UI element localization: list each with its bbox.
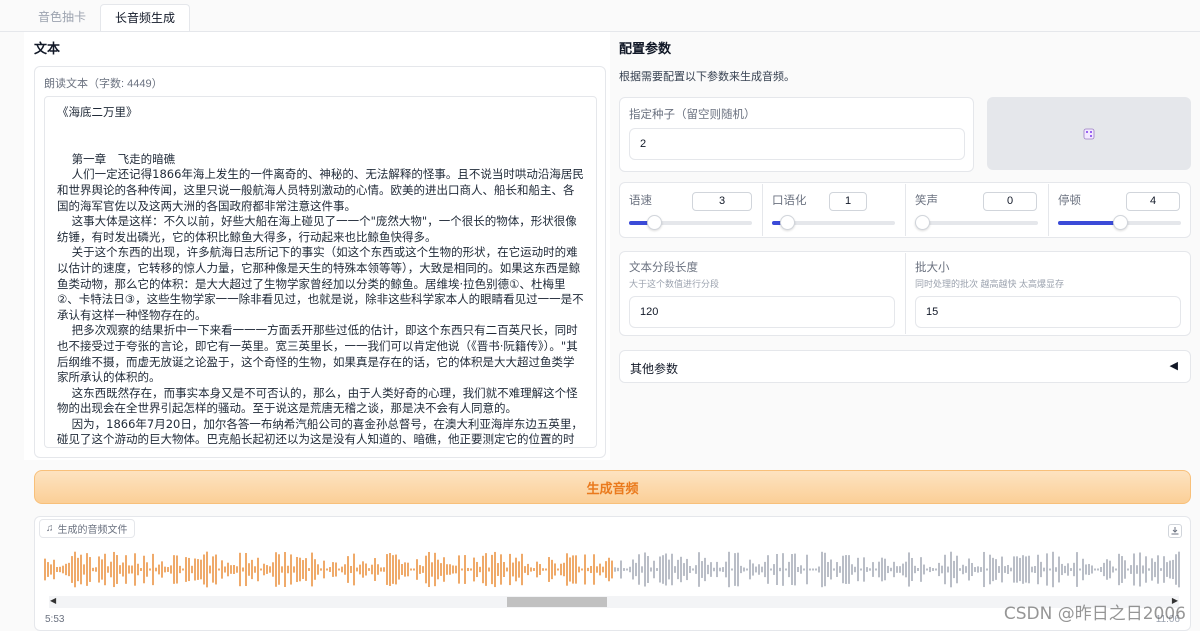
segment-length-input[interactable]: 120 xyxy=(629,296,895,328)
segment-divider xyxy=(905,253,906,334)
config-section-title: 配置参数 xyxy=(619,41,672,56)
other-params-accordion[interactable]: 其他参数 ◀ xyxy=(619,350,1191,383)
slider-track[interactable] xyxy=(772,215,895,230)
scroll-left-arrow-icon[interactable]: ◀ xyxy=(50,596,56,605)
slider-label: 口语化 xyxy=(772,195,807,207)
batch-label: 批大小 xyxy=(915,262,950,274)
waveform[interactable] xyxy=(43,547,1183,592)
slider-divider xyxy=(905,184,906,236)
audio-label: ♫ 生成的音频文件 xyxy=(39,519,135,538)
slider-number-input[interactable]: 3 xyxy=(692,192,752,211)
other-params-label: 其他参数 xyxy=(630,362,679,376)
read-text-content: 《海底二万里》 第一章 飞走的暗礁 人们一定还记得1866年海上发生的一件离奇的… xyxy=(57,105,584,447)
seed-input[interactable]: 2 xyxy=(629,128,965,160)
slider-label: 停顿 xyxy=(1058,195,1081,207)
collapse-arrow-icon: ◀ xyxy=(1169,360,1178,372)
read-text-textarea[interactable]: 《海底二万里》 第一章 飞走的暗礁 人们一定还记得1866年海上发生的一件离奇的… xyxy=(44,96,597,448)
config-description: 根据需要配置以下参数来生成音频。 xyxy=(619,71,795,83)
slider-track[interactable] xyxy=(915,215,1038,230)
slider-label: 笑声 xyxy=(915,195,938,207)
slider-number-input[interactable]: 4 xyxy=(1126,192,1180,211)
slider-track[interactable] xyxy=(629,215,752,230)
slider-knob[interactable] xyxy=(779,215,795,230)
slider-number-input[interactable]: 1 xyxy=(829,192,867,211)
current-time: 5:53 xyxy=(45,614,65,625)
batch-hint: 同时处理的批次 越高越快 太高爆显存 xyxy=(915,279,1065,289)
slider-knob[interactable] xyxy=(915,215,930,230)
slider-number-input[interactable]: 0 xyxy=(983,192,1037,211)
text-section-title: 文本 xyxy=(34,41,61,56)
music-note-icon: ♫ xyxy=(46,523,54,534)
slider-fill xyxy=(1058,221,1120,225)
audio-label-text: 生成的音频文件 xyxy=(57,525,128,536)
scrollbar-thumb[interactable] xyxy=(507,597,607,607)
slider-track[interactable] xyxy=(1058,215,1181,230)
slider-divider xyxy=(762,184,763,236)
slider-knob[interactable] xyxy=(646,215,662,230)
tab-voice-card[interactable]: 音色抽卡 xyxy=(24,4,100,32)
slider-divider xyxy=(1048,184,1049,236)
random-seed-button[interactable] xyxy=(987,97,1191,170)
dice-icon xyxy=(1083,128,1095,139)
segment-hint: 大于这个数值进行分段 xyxy=(629,279,720,289)
segment-label: 文本分段长度 xyxy=(629,262,698,274)
generate-audio-button[interactable]: 生成音频 xyxy=(34,470,1191,504)
tab-bar: 音色抽卡 长音频生成 xyxy=(24,4,191,32)
slider-label: 语速 xyxy=(629,195,652,207)
seed-label: 指定种子（留空则随机） xyxy=(629,109,756,121)
batch-size-input[interactable]: 15 xyxy=(915,296,1181,328)
slider-knob[interactable] xyxy=(1112,215,1128,230)
download-icon[interactable] xyxy=(1168,524,1182,538)
watermark: CSDN @昨日之日2006 xyxy=(1003,604,1186,624)
tab-long-audio[interactable]: 长音频生成 xyxy=(100,4,191,32)
textarea-label: 朗读文本（字数: 4449） xyxy=(44,78,163,90)
